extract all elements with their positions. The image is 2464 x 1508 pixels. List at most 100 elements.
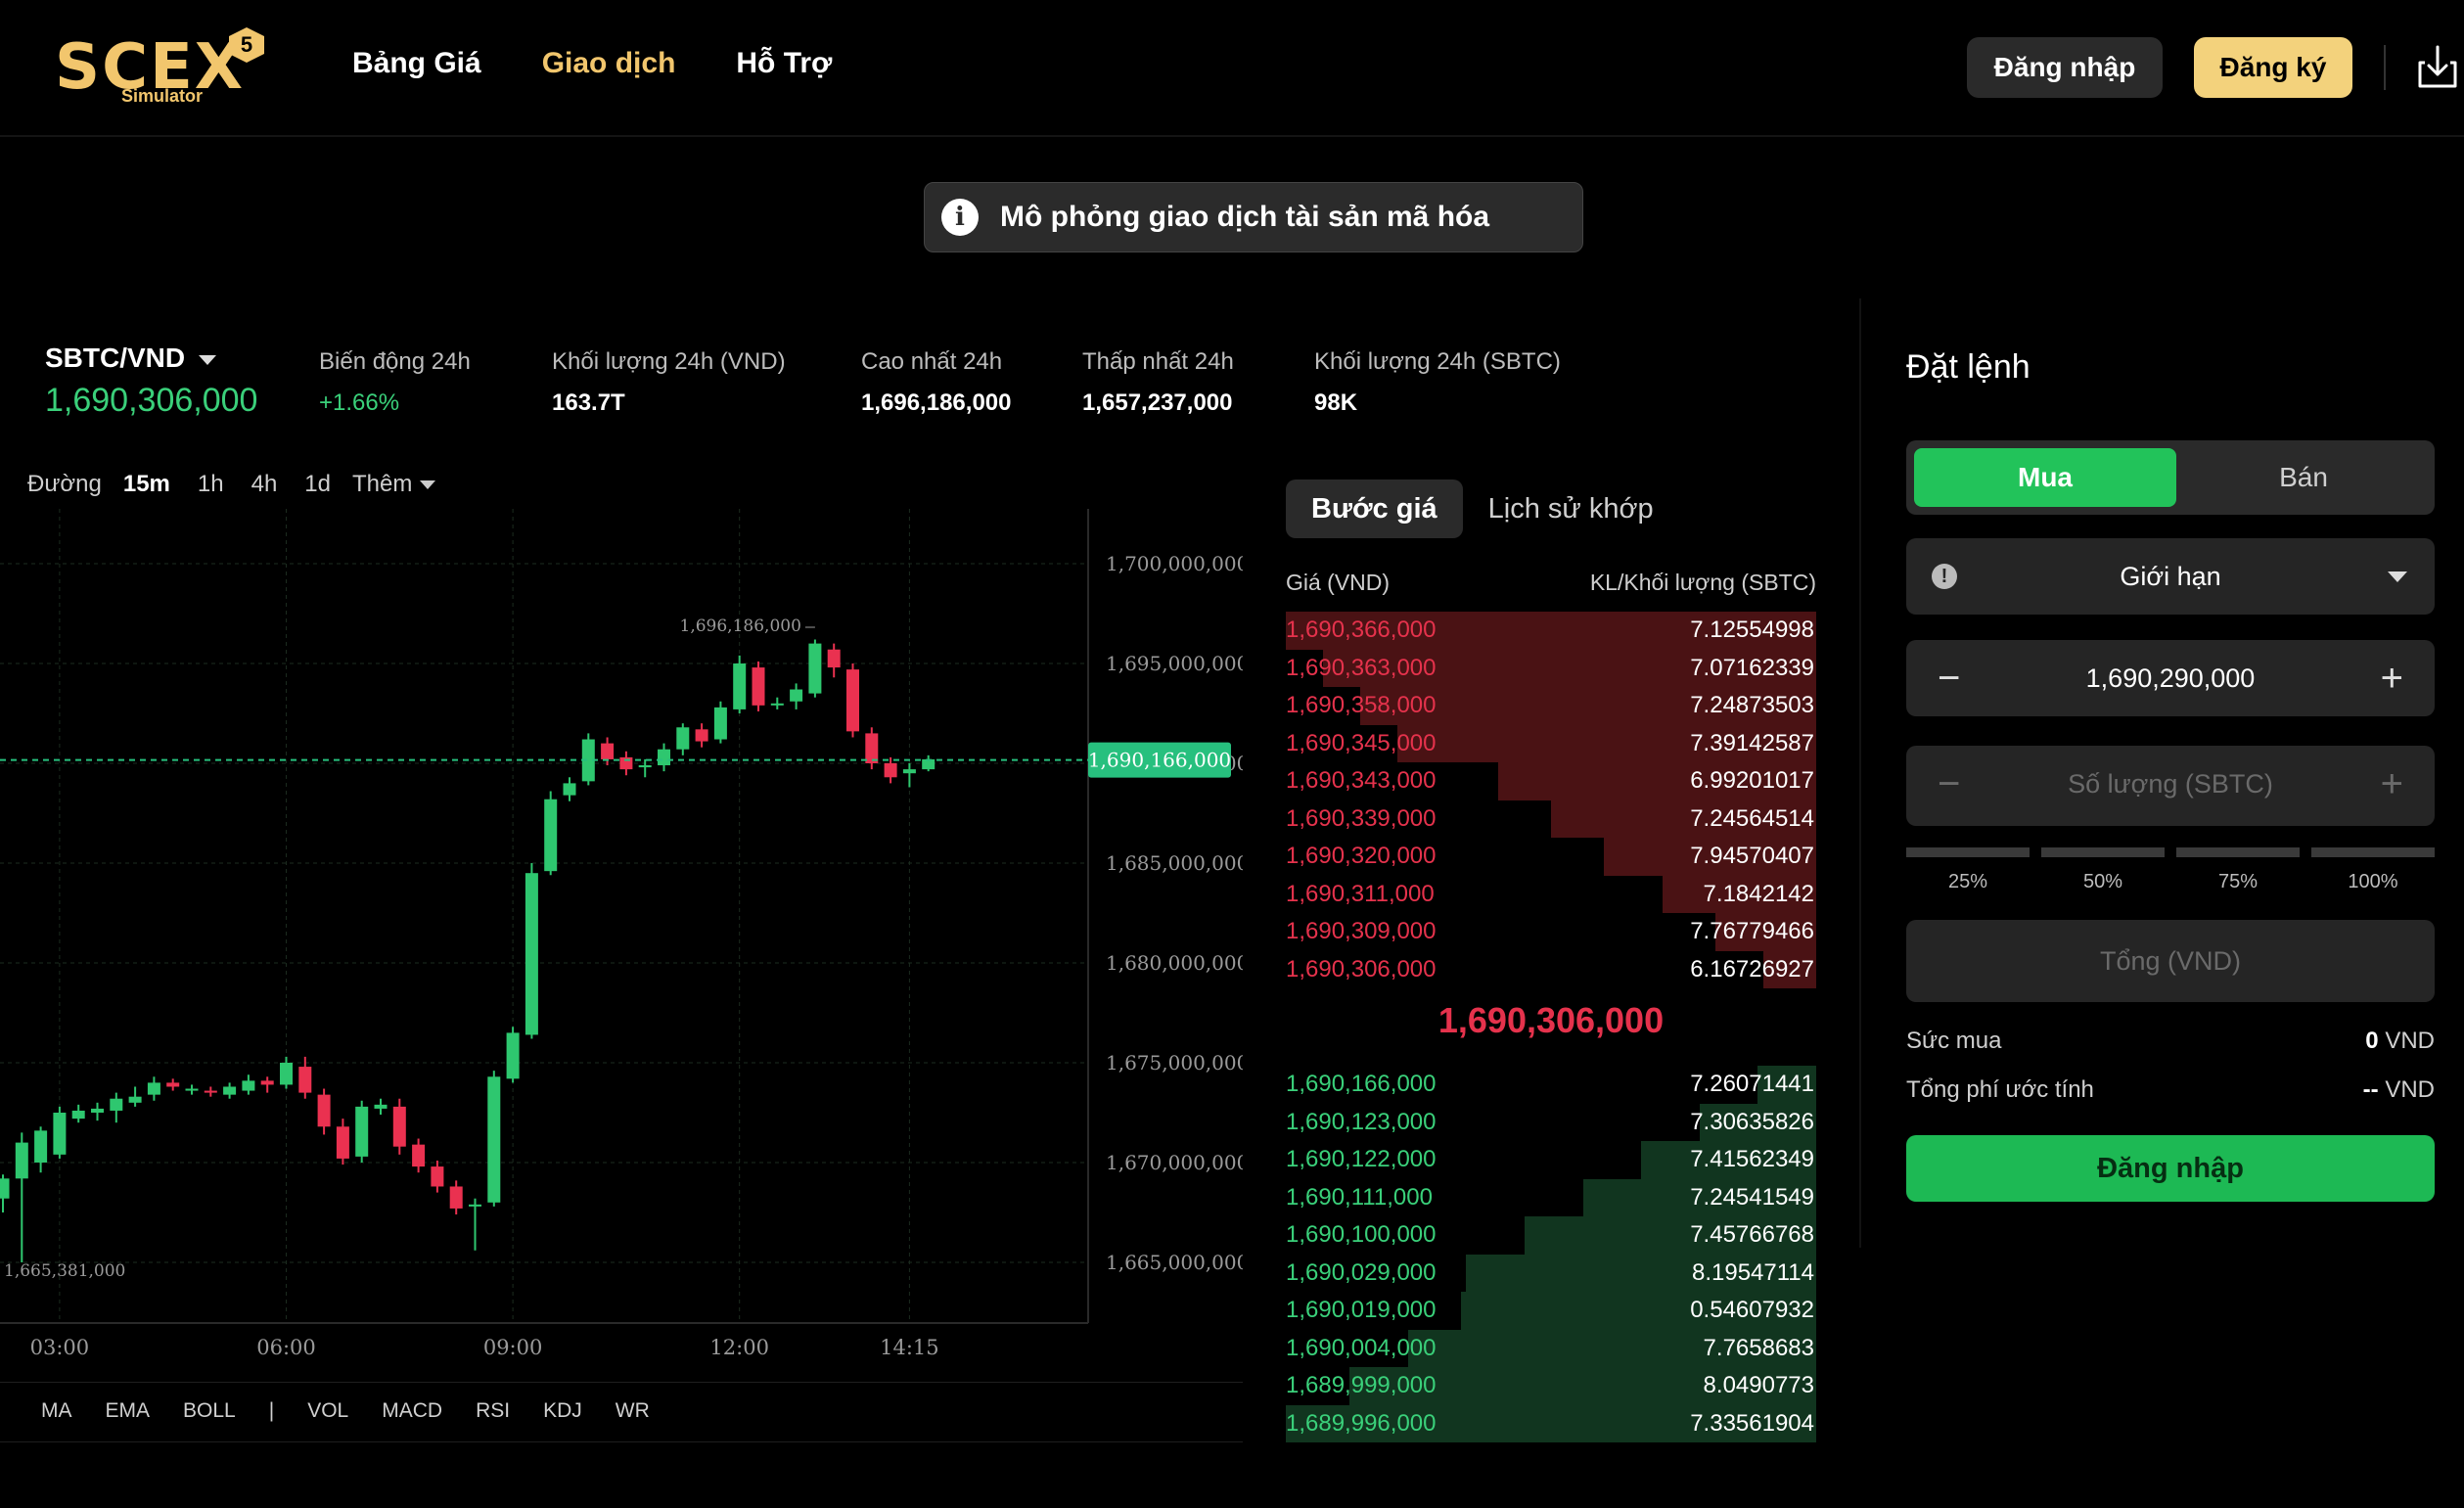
ask-row[interactable]: 1,690,343,000 6.99201017: [1286, 762, 1816, 800]
candle-body: [34, 1130, 48, 1163]
bid-row[interactable]: 1,689,996,000 7.33561904: [1286, 1404, 1816, 1442]
ask-qty: 6.99201017: [1690, 767, 1814, 794]
indicator-wr[interactable]: WR: [616, 1399, 650, 1423]
bid-price: 1,689,999,000: [1286, 1372, 1437, 1398]
tf-1h[interactable]: 1h: [198, 471, 224, 498]
percent-50[interactable]: 50%: [2041, 847, 2165, 893]
bid-qty: 7.33561904: [1690, 1409, 1814, 1437]
bid-row[interactable]: 1,690,029,000 8.19547114: [1286, 1254, 1816, 1292]
pair-selector[interactable]: SBTC/VND: [45, 343, 217, 374]
col-qty: KL/Khối lượng (SBTC): [1589, 570, 1816, 595]
candle-body: [71, 1110, 85, 1120]
indicator-ma[interactable]: MA: [41, 1399, 72, 1423]
order-type-value: Giới hạn: [2120, 562, 2221, 591]
y-tick-label: 1,685,000,000: [1106, 851, 1243, 875]
indicator-macd[interactable]: MACD: [382, 1399, 442, 1423]
ask-row[interactable]: 1,690,358,000 7.24873503: [1286, 687, 1816, 725]
fee-value-wrap: -- VND: [2363, 1076, 2435, 1104]
bid-row[interactable]: 1,690,123,000 7.30635826: [1286, 1103, 1816, 1141]
candle-body: [242, 1080, 255, 1091]
plus-icon[interactable]: +: [2381, 640, 2403, 716]
candle-body: [506, 1032, 520, 1079]
candle-body: [827, 649, 841, 668]
nav-bang-gia[interactable]: Bảng Giá: [352, 47, 481, 80]
ask-price: 1,690,343,000: [1286, 767, 1437, 794]
ask-row[interactable]: 1,690,363,000 7.07162339: [1286, 649, 1816, 687]
main-nav: Bảng Giá Giao dịch Hỗ Trợ: [352, 47, 832, 80]
indicator-boll[interactable]: BOLL: [183, 1399, 236, 1423]
notice-text: Mô phỏng giao dịch tài sản mã hóa: [1000, 201, 1490, 233]
bid-row[interactable]: 1,690,122,000 7.41562349: [1286, 1141, 1816, 1179]
header-register-button[interactable]: Đăng ký: [2194, 37, 2352, 98]
ask-row[interactable]: 1,690,366,000 7.12554998: [1286, 612, 1816, 650]
ask-price: 1,690,345,000: [1286, 729, 1437, 756]
candle-body: [790, 689, 803, 702]
indicator-rsi[interactable]: RSI: [476, 1399, 510, 1423]
candle-body: [808, 643, 822, 694]
percent-100[interactable]: 100%: [2311, 847, 2435, 893]
indicator-kdj[interactable]: KDJ: [543, 1399, 582, 1423]
tf-more[interactable]: Thêm: [352, 471, 436, 498]
quantity-placeholder: Số lượng (SBTC): [2068, 769, 2273, 799]
candle-body: [260, 1080, 274, 1085]
col-price: Giá (VND): [1286, 570, 1391, 595]
orderbook-mid-price: 1,690,306,000: [1437, 1000, 1665, 1040]
bid-row[interactable]: 1,690,166,000 7.26071441: [1286, 1066, 1816, 1104]
buying-power-label: Sức mua: [1906, 1028, 2002, 1054]
chevron-down-icon: [2388, 571, 2407, 582]
candle-body: [128, 1096, 142, 1103]
ask-row[interactable]: 1,690,306,000 6.16726927: [1286, 950, 1816, 988]
bid-qty: 7.45766768: [1690, 1221, 1814, 1248]
ask-qty: 7.1842142: [1703, 880, 1814, 907]
price-stepper[interactable]: − 1,690,290,000 +: [1906, 640, 2435, 716]
stat-volume-sbtc: Khối lượng 24h (SBTC) 98K: [1314, 348, 1561, 417]
percent-25[interactable]: 25%: [1906, 847, 2030, 893]
fee-label: Tổng phí ước tính: [1906, 1076, 2094, 1103]
bid-row[interactable]: 1,689,999,000 8.0490773: [1286, 1367, 1816, 1405]
bid-row[interactable]: 1,690,111,000 7.24541549: [1286, 1178, 1816, 1216]
indicator-ema[interactable]: EMA: [106, 1399, 151, 1423]
ask-row[interactable]: 1,690,345,000 7.39142587: [1286, 724, 1816, 762]
download-icon[interactable]: [2417, 43, 2458, 90]
login-button[interactable]: Đăng nhập: [1906, 1135, 2435, 1202]
panel-divider: [1859, 298, 1861, 1248]
tf-1d[interactable]: 1d: [304, 471, 331, 498]
y-tick-label: 1,700,000,000: [1106, 552, 1243, 575]
candle-body: [223, 1086, 237, 1095]
bid-row[interactable]: 1,690,004,000 7.7658683: [1286, 1329, 1816, 1367]
tab-lich-su-khop[interactable]: Lịch sử khớp: [1463, 480, 1679, 538]
top-header: SCEX 5 Simulator Bảng Giá Giao dịch Hỗ T…: [0, 0, 2464, 137]
ask-row[interactable]: 1,690,339,000 7.24564514: [1286, 800, 1816, 838]
header-login-button[interactable]: Đăng nhập: [1967, 37, 2163, 98]
bid-qty: 8.19547114: [1691, 1258, 1814, 1286]
ask-row[interactable]: 1,690,311,000 7.1842142: [1286, 875, 1816, 913]
plus-icon[interactable]: +: [2381, 746, 2403, 822]
percent-bar: [2176, 847, 2300, 857]
order-type-select[interactable]: ! Giới hạn: [1906, 538, 2435, 615]
quantity-stepper[interactable]: − Số lượng (SBTC) +: [1906, 746, 2435, 826]
stat-label: Cao nhất 24h: [861, 348, 1003, 375]
candle-body: [902, 769, 916, 774]
scex-logo[interactable]: SCEX 5 Simulator: [55, 27, 270, 110]
bid-price: 1,690,111,000: [1286, 1183, 1433, 1211]
indicator-vol[interactable]: VOL: [307, 1399, 348, 1423]
tf-15m[interactable]: 15m: [123, 471, 170, 498]
sell-tab[interactable]: Bán: [2180, 448, 2427, 507]
bid-row[interactable]: 1,690,019,000 0.54607932: [1286, 1292, 1816, 1330]
nav-ho-tro[interactable]: Hỗ Trợ: [736, 47, 832, 80]
total-field[interactable]: Tổng (VND): [1906, 920, 2435, 1002]
tab-buoc-gia[interactable]: Bước giá: [1286, 480, 1463, 538]
ask-row[interactable]: 1,690,309,000 7.76779466: [1286, 913, 1816, 951]
high-annotation: 1,696,186,000: [680, 617, 801, 636]
candle-body: [601, 743, 615, 759]
ask-price: 1,690,339,000: [1286, 804, 1437, 832]
candlestick-chart[interactable]: 1,700,000,0001,695,000,0001,690,000,0001…: [0, 509, 1243, 1390]
ask-row[interactable]: 1,690,320,000 7.94570407: [1286, 838, 1816, 876]
bid-row[interactable]: 1,690,100,000 7.45766768: [1286, 1216, 1816, 1255]
percent-75[interactable]: 75%: [2176, 847, 2300, 893]
buy-tab[interactable]: Mua: [1914, 448, 2176, 507]
tf-4h[interactable]: 4h: [251, 471, 278, 498]
candle-body: [110, 1098, 123, 1111]
tf-line[interactable]: Đường: [27, 471, 102, 498]
nav-giao-dich[interactable]: Giao dịch: [542, 47, 676, 80]
